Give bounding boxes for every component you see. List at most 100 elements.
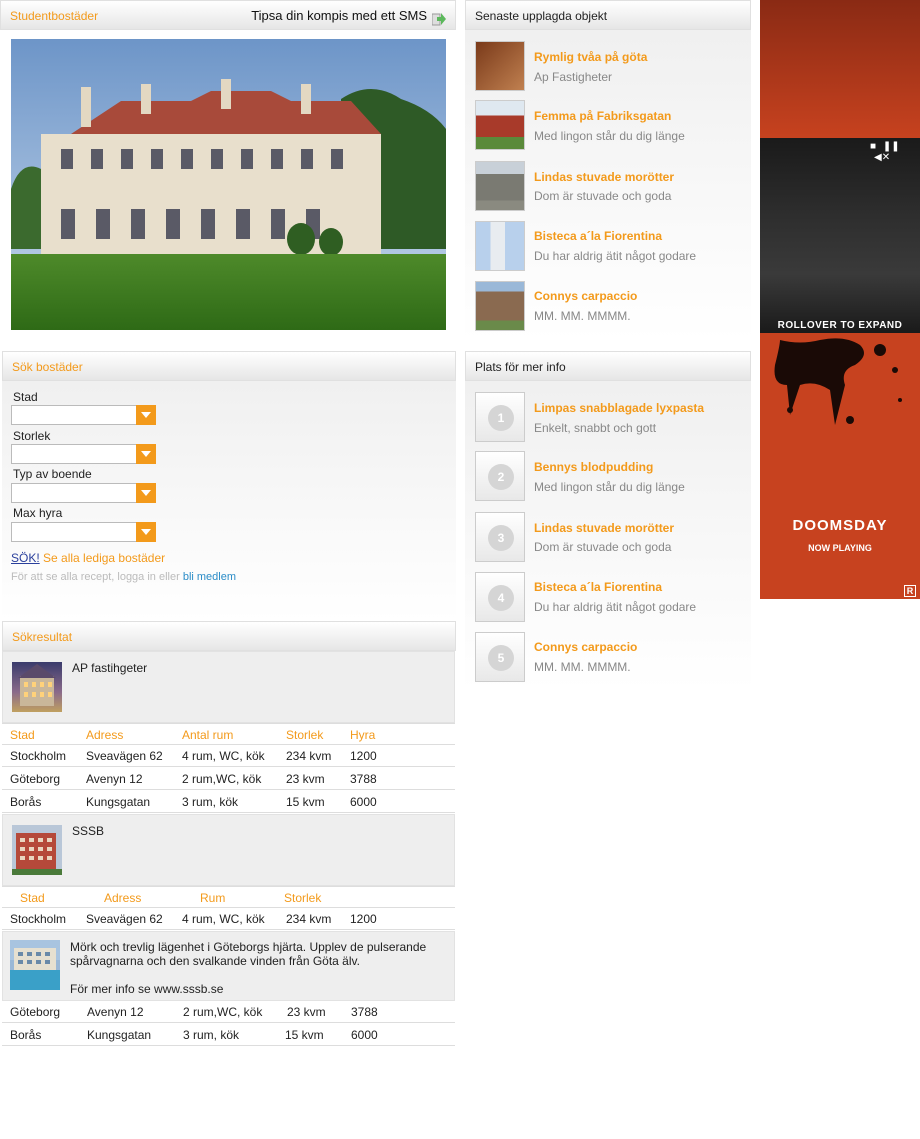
table-row[interactable]: Stockholm Sveavägen 62 4 rum, WC, kök 23…: [2, 908, 455, 930]
table-row[interactable]: Göteborg Avenyn 12 2 rum,WC, kök 23 kvm …: [2, 1001, 455, 1023]
cell-rent: 1200: [350, 912, 377, 926]
item-title[interactable]: Bisteca a´la Fiorentina: [534, 580, 662, 594]
list-item[interactable]: 4 Bisteca a´la Fiorentina Du har aldrig …: [465, 561, 751, 622]
latest-title: Senaste upplagda objekt: [475, 9, 608, 23]
list-item[interactable]: Bisteca a´la Fiorentina Du har aldrig ät…: [465, 210, 751, 271]
ad-top-area: [760, 0, 920, 138]
item-title[interactable]: Rymlig tvåa på göta: [534, 50, 647, 64]
cell-city: Stockholm: [10, 749, 67, 763]
more-info: För mer info se www.sssb.se: [70, 982, 224, 996]
cell-city: Stockholm: [10, 912, 67, 926]
search-panel-header: Sök bostäder: [2, 351, 456, 381]
item-thumbnail: [475, 281, 525, 331]
sms-arrow-icon[interactable]: [431, 8, 446, 26]
company-name: SSSB: [72, 824, 105, 838]
item-subtitle: MM. MM. MMMM.: [534, 309, 631, 323]
col-rooms: Antal rum: [182, 728, 234, 742]
item-title[interactable]: Lindas stuvade morötter: [534, 170, 674, 184]
item-title[interactable]: Bennys blodpudding: [534, 460, 653, 474]
chevron-down-icon[interactable]: [136, 444, 156, 464]
list-item[interactable]: 2 Bennys blodpudding Med lingon står du …: [465, 441, 751, 501]
size-select[interactable]: [11, 444, 156, 464]
col-rooms: Rum: [200, 891, 226, 905]
chevron-down-icon[interactable]: [136, 483, 156, 503]
badge-number: 1: [488, 405, 514, 431]
mute-icon[interactable]: ◀✕: [874, 152, 890, 163]
cell-rooms: 3 rum, kök: [183, 1028, 240, 1042]
stop-icon[interactable]: ■: [870, 141, 876, 152]
cell-size: 15 kvm: [285, 1028, 324, 1042]
item-subtitle: Ap Fastigheter: [534, 70, 613, 84]
search-button[interactable]: SÖK!: [11, 551, 40, 565]
list-item[interactable]: 1 Limpas snabblagade lyxpasta Enkelt, sn…: [465, 381, 751, 442]
item-title[interactable]: Femma på Fabriksgatan: [534, 109, 671, 123]
list-item[interactable]: Femma på Fabriksgatan Med lingon står du…: [465, 90, 751, 150]
item-thumbnail: [475, 221, 525, 271]
badge-number: 3: [488, 525, 514, 551]
badge-number: 5: [488, 645, 514, 671]
list-item[interactable]: 3 Lindas stuvade morötter Dom är stuvade…: [465, 501, 751, 562]
item-thumbnail: [475, 41, 525, 91]
list-item[interactable]: Connys carpaccio MM. MM. MMMM.: [465, 270, 751, 331]
info-list: 1 Limpas snabblagade lyxpasta Enkelt, sn…: [465, 381, 751, 691]
cell-address: Avenyn 12: [86, 772, 143, 786]
city-select[interactable]: [11, 405, 156, 425]
ad-splatter-graphic: [774, 338, 902, 425]
item-subtitle: Enkelt, snabbt och gott: [534, 421, 657, 435]
item-thumbnail: [475, 161, 525, 211]
col-size: Storlek: [286, 728, 324, 742]
listing-description: Mörk och trevlig lägenhet i Göteborgs hj…: [2, 931, 455, 1001]
table-header: Stad Adress Antal rum Storlek Hyra: [2, 723, 455, 745]
list-item[interactable]: Rymlig tvåa på göta Ap Fastigheter: [465, 30, 751, 91]
item-title[interactable]: Connys carpaccio: [534, 289, 637, 303]
ad-controls[interactable]: ■ ❚❚ ◀✕: [870, 141, 920, 163]
company-card-ap: AP fastihgeter: [2, 651, 455, 723]
max-rent-select[interactable]: [11, 522, 156, 542]
company-logo: [12, 825, 62, 875]
item-subtitle: Dom är stuvade och goda: [534, 540, 672, 554]
cell-city: Göteborg: [10, 1005, 61, 1019]
item-title[interactable]: Bisteca a´la Fiorentina: [534, 229, 662, 243]
table-row[interactable]: Borås Kungsgatan 3 rum, kök 15 kvm 6000: [2, 791, 455, 813]
left-panel-header: Studentbostäder Tipsa din kompis med ett…: [0, 0, 456, 30]
become-member-link[interactable]: bli medlem: [183, 571, 236, 583]
sms-link[interactable]: Tipsa din kompis med ett SMS: [251, 1, 427, 31]
cell-size: 23 kvm: [287, 1005, 326, 1019]
col-size: Storlek: [284, 891, 322, 905]
item-title[interactable]: Limpas snabblagade lyxpasta: [534, 401, 704, 415]
cell-rent: 3788: [351, 1005, 378, 1019]
see-all-link[interactable]: Se alla lediga bostäder: [43, 551, 165, 565]
listing-image: [10, 940, 60, 990]
info-title: Plats för mer info: [475, 360, 566, 374]
cell-address: Avenyn 12: [87, 1005, 144, 1019]
info-header: Plats för mer info: [465, 351, 751, 381]
item-title[interactable]: Lindas stuvade morötter: [534, 521, 674, 535]
item-subtitle: Du har aldrig ätit något godare: [534, 600, 697, 614]
cell-size: 234 kvm: [286, 749, 332, 763]
listing-text: Mörk och trevlig lägenhet i Göteborgs hj…: [70, 940, 427, 968]
ad-title: DOOMSDAY: [792, 517, 888, 534]
col-rent: Hyra: [350, 728, 376, 742]
cell-city: Göteborg: [10, 772, 61, 786]
item-subtitle: Dom är stuvade och goda: [534, 189, 672, 203]
cell-rooms: 2 rum,WC, kök: [183, 1005, 263, 1019]
search-title: Sök bostäder: [12, 360, 83, 374]
ad-video-area[interactable]: [760, 138, 920, 333]
housing-type-select[interactable]: [11, 483, 156, 503]
cell-address: Sveavägen 62: [86, 912, 163, 926]
table-row[interactable]: Borås Kungsgatan 3 rum, kök 15 kvm 6000: [2, 1024, 455, 1046]
list-item[interactable]: Lindas stuvade morötter Dom är stuvade o…: [465, 150, 751, 211]
cell-rent: 3788: [350, 772, 377, 786]
col-address: Adress: [86, 728, 124, 742]
ad-banner[interactable]: ■ ❚❚ ◀✕ ROLLOVER TO EXPAND DOOMSDAY NOW …: [760, 0, 920, 599]
item-title[interactable]: Connys carpaccio: [534, 640, 637, 654]
chevron-down-icon[interactable]: [136, 405, 156, 425]
cell-rent: 1200: [350, 749, 377, 763]
table-row[interactable]: Stockholm Sveavägen 62 4 rum, WC, kök 23…: [2, 745, 455, 767]
table-header: Stad Adress Rum Storlek: [2, 886, 455, 908]
table-row[interactable]: Göteborg Avenyn 12 2 rum,WC, kök 23 kvm …: [2, 768, 455, 790]
number-badge: 5: [475, 632, 525, 682]
list-item[interactable]: 5 Connys carpaccio MM. MM. MMMM.: [465, 621, 751, 682]
pause-icon[interactable]: ❚❚: [883, 141, 900, 152]
chevron-down-icon[interactable]: [136, 522, 156, 542]
